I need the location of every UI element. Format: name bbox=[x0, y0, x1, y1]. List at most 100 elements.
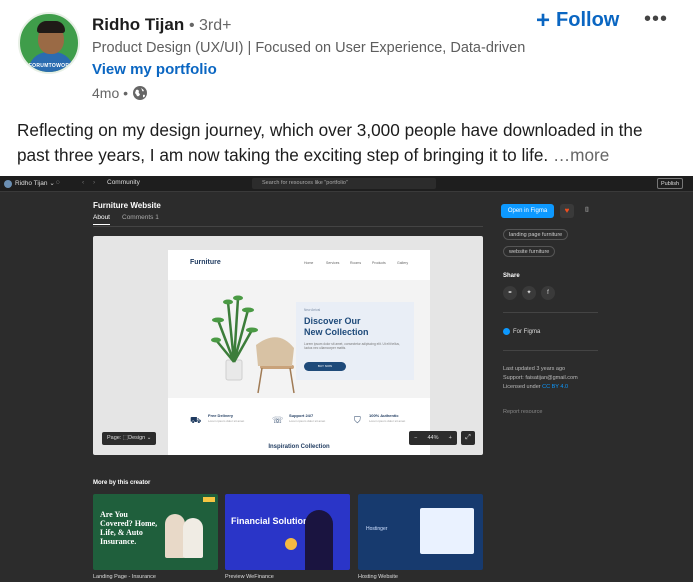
feature-sub: Lorem ipsum dolor sit amet bbox=[369, 419, 406, 423]
zoom-out-button[interactable]: − bbox=[414, 435, 417, 441]
thumb-screen bbox=[420, 508, 474, 554]
furniture-site-mockup: Furniture Home Services Rooms Products G… bbox=[168, 250, 430, 455]
feature-sub: Lorem ipsum dolor sit amet bbox=[289, 419, 326, 423]
tag-chip[interactable]: landing page furniture bbox=[503, 229, 569, 240]
comments-count: 1 bbox=[155, 214, 159, 221]
twitter-icon[interactable]: ✦ bbox=[522, 286, 536, 300]
thumbnail-insurance[interactable]: Are You Covered? Home, Life, & Auto Insu… bbox=[93, 494, 218, 570]
coin-icon bbox=[285, 538, 297, 550]
author-avatar[interactable]: FORUMTOWORK bbox=[18, 12, 80, 74]
license-label: Licensed under bbox=[503, 384, 541, 390]
page-selector[interactable]: Page: ⬚Design ⌄ bbox=[102, 432, 157, 445]
hero-title: Discover Our New Collection bbox=[304, 316, 369, 338]
figma-topbar: Ridho Tijan ⌄ ◌ ‹ › Community Search for… bbox=[0, 176, 693, 192]
support-icon: ☏ bbox=[272, 415, 284, 425]
linkedin-post: FORUMTOWORK Ridho Tijan • 3rd+ Product D… bbox=[0, 0, 693, 176]
back-icon[interactable]: ‹ bbox=[82, 179, 84, 186]
tab-about[interactable]: About bbox=[93, 214, 110, 225]
author-headline: Product Design (UX/UI) | Focused on User… bbox=[92, 40, 526, 56]
license-info: Licensed under CC BY 4.0 bbox=[503, 384, 568, 390]
zoom-in-button[interactable]: + bbox=[449, 435, 452, 441]
open-in-figma-button[interactable]: Open in Figma bbox=[501, 204, 554, 218]
thumb-person bbox=[305, 510, 333, 570]
sidebar-divider bbox=[503, 312, 598, 313]
for-figma-badge: For Figma bbox=[503, 328, 540, 335]
post-body-text: Reflecting on my design journey, which o… bbox=[17, 120, 643, 165]
thumbnail-caption[interactable]: Preview WeFinance bbox=[225, 574, 274, 580]
sidebar-divider bbox=[503, 350, 598, 351]
feature-support: Support 24/7 Lorem ipsum dolor sit amet bbox=[289, 413, 325, 423]
post-image-figma-screenshot[interactable]: Ridho Tijan ⌄ ◌ ‹ › Community Search for… bbox=[0, 176, 693, 582]
facebook-icon[interactable]: f bbox=[541, 286, 555, 300]
thumb-headline: Hostinger bbox=[366, 526, 388, 532]
author-name-row: Ridho Tijan • 3rd+ bbox=[92, 15, 232, 35]
hero-title-line-2: New Collection bbox=[304, 327, 369, 337]
feature-title: Support 24/7 bbox=[289, 413, 314, 418]
community-link[interactable]: Community bbox=[107, 179, 140, 186]
connection-degree: • 3rd+ bbox=[188, 17, 232, 34]
report-resource-link[interactable]: Report resource bbox=[503, 409, 542, 415]
site-nav-item: Gallery bbox=[397, 261, 409, 265]
zoom-value: 44% bbox=[427, 435, 439, 441]
feature-sub: Lorem ipsum dolor sit amet bbox=[208, 419, 245, 423]
tab-comments[interactable]: Comments 1 bbox=[122, 214, 159, 225]
publish-button[interactable]: Publish bbox=[657, 178, 683, 189]
avatar-hair bbox=[37, 21, 65, 33]
link-icon[interactable]: ⚭ bbox=[503, 286, 517, 300]
tag-chip[interactable]: website furniture bbox=[503, 246, 556, 257]
tabs-divider bbox=[93, 226, 483, 227]
thumbnail-caption[interactable]: Hosting Website bbox=[358, 574, 398, 580]
see-more-link[interactable]: …more bbox=[553, 145, 609, 165]
figma-icon bbox=[503, 328, 510, 335]
feature-delivery: Free Delivery Lorem ipsum dolor sit amet bbox=[208, 413, 244, 423]
bell-icon[interactable]: ◌ bbox=[56, 179, 60, 186]
thumb-person bbox=[183, 518, 203, 558]
feature-title: 100% Authentic bbox=[369, 413, 399, 418]
file-title: Furniture Website bbox=[93, 201, 161, 210]
thumb-person bbox=[165, 514, 185, 558]
figma-user-menu[interactable]: Ridho Tijan ⌄ bbox=[15, 179, 55, 187]
for-figma-label: For Figma bbox=[513, 328, 541, 335]
expand-icon[interactable]: ⤢ bbox=[461, 431, 475, 445]
heart-icon[interactable]: ♥ bbox=[560, 204, 574, 218]
thumb-accent bbox=[203, 497, 215, 502]
hero-title-line-1: Discover Our bbox=[304, 316, 361, 326]
file-preview-canvas[interactable]: Furniture Home Services Rooms Products G… bbox=[93, 236, 483, 455]
site-nav-item: Rooms bbox=[350, 261, 362, 265]
section-title: Inspiration Collection bbox=[268, 444, 330, 450]
figma-search-input[interactable]: Search for resources like "portfolio" bbox=[252, 178, 436, 189]
hero-card: New Arrival Discover Our New Collection … bbox=[296, 302, 414, 380]
site-nav-item: Home bbox=[304, 261, 314, 265]
license-link[interactable]: CC BY 4.0 bbox=[542, 384, 568, 390]
hero-cta-button: BUY NOW bbox=[304, 362, 346, 371]
author-name[interactable]: Ridho Tijan bbox=[92, 15, 184, 34]
truck-icon: ⛟ bbox=[190, 415, 202, 425]
thumb-headline: Financial Solutions. bbox=[231, 516, 317, 526]
thumbnail-caption[interactable]: Landing Page - Insurance bbox=[93, 574, 156, 580]
thumbnail-wefinance[interactable]: Financial Solutions. bbox=[225, 494, 350, 570]
site-logo: Furniture bbox=[190, 259, 221, 266]
plus-icon: + bbox=[536, 6, 551, 34]
hero-text: Lorem ipsum dolor sit amet, consectetur … bbox=[304, 342, 400, 351]
avatar-badge-text: FORUMTOWORK bbox=[28, 63, 74, 69]
thumbnail-hosting[interactable]: Hostinger bbox=[358, 494, 483, 570]
post-body: Reflecting on my design journey, which o… bbox=[17, 118, 677, 168]
site-nav-item: Products bbox=[372, 261, 386, 265]
more-options-icon[interactable]: ••• bbox=[644, 8, 668, 31]
zoom-control: − 44% + bbox=[409, 431, 457, 445]
portfolio-link[interactable]: View my portfolio bbox=[92, 61, 217, 78]
globe-icon bbox=[133, 86, 148, 100]
post-meta: 4mo • bbox=[92, 85, 148, 101]
share-label: Share bbox=[503, 273, 520, 279]
thumb-headline: Are You Covered? Home, Life, & Auto Insu… bbox=[100, 510, 158, 546]
forward-icon[interactable]: › bbox=[93, 179, 95, 186]
plant-chair-illustration bbox=[211, 295, 295, 394]
file-tabs: About Comments 1 bbox=[93, 214, 159, 225]
bookmark-icon[interactable]: ⌷ bbox=[580, 204, 594, 218]
feature-authentic: 100% Authentic Lorem ipsum dolor sit ame… bbox=[369, 413, 405, 423]
hero-kicker: New Arrival bbox=[304, 308, 321, 312]
follow-button[interactable]: + Follow bbox=[536, 6, 619, 34]
feature-title: Free Delivery bbox=[208, 413, 234, 418]
support-email: Support: faisatijan@gmail.com bbox=[503, 375, 578, 381]
last-updated: Last updated 3 years ago bbox=[503, 366, 566, 372]
